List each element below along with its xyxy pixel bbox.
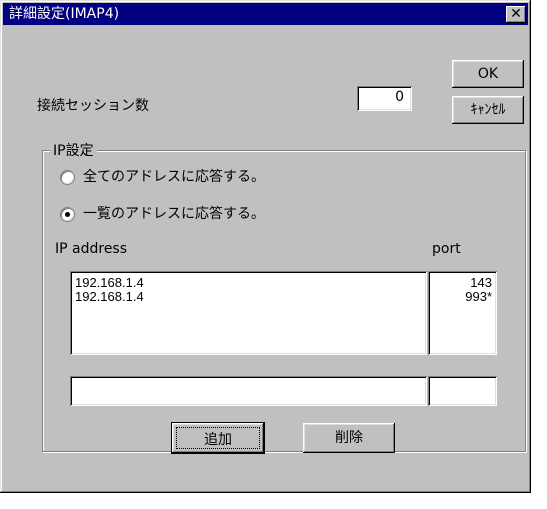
ip-address-list[interactable]: 192.168.1.4 192.168.1.4: [70, 271, 427, 355]
ok-button[interactable]: OK: [452, 60, 524, 88]
list-item[interactable]: 993*: [465, 290, 492, 304]
ip-settings-legend: IP設定: [50, 140, 97, 160]
session-count-input[interactable]: 0: [357, 86, 412, 111]
radio-all-addresses-label[interactable]: 全てのアドレスに応答する。: [83, 166, 265, 186]
close-icon: ✕: [510, 6, 522, 22]
radio-listed-addresses[interactable]: [60, 207, 75, 222]
session-count-value: 0: [395, 89, 404, 105]
radio-listed-addresses-label[interactable]: 一覧のアドレスに応答する。: [83, 203, 265, 223]
port-column-header: port: [432, 241, 461, 257]
list-item[interactable]: 143: [470, 276, 492, 290]
title-bar[interactable]: 詳細設定(IMAP4) ✕: [3, 3, 528, 25]
ip-address-input[interactable]: [70, 376, 427, 406]
delete-button[interactable]: 削除: [303, 423, 395, 453]
dialog-window: 詳細設定(IMAP4) ✕ 接続セッション数 0 OK ｷｬﾝｾﾙ IP設定 全…: [0, 0, 531, 493]
add-button[interactable]: 追加: [172, 423, 264, 453]
radio-selected-dot: [65, 212, 70, 217]
list-item[interactable]: 192.168.1.4: [75, 276, 144, 290]
list-item[interactable]: 192.168.1.4: [75, 290, 144, 304]
session-count-label: 接続セッション数: [37, 98, 149, 114]
close-button[interactable]: ✕: [506, 6, 526, 23]
radio-all-addresses[interactable]: [60, 170, 75, 185]
add-button-label: 追加: [204, 432, 232, 448]
window-title: 詳細設定(IMAP4): [9, 6, 120, 22]
cancel-button[interactable]: ｷｬﾝｾﾙ: [452, 96, 524, 124]
port-input[interactable]: [428, 376, 497, 406]
port-list[interactable]: 143 993*: [428, 271, 497, 355]
ip-address-column-header: IP address: [55, 241, 128, 257]
